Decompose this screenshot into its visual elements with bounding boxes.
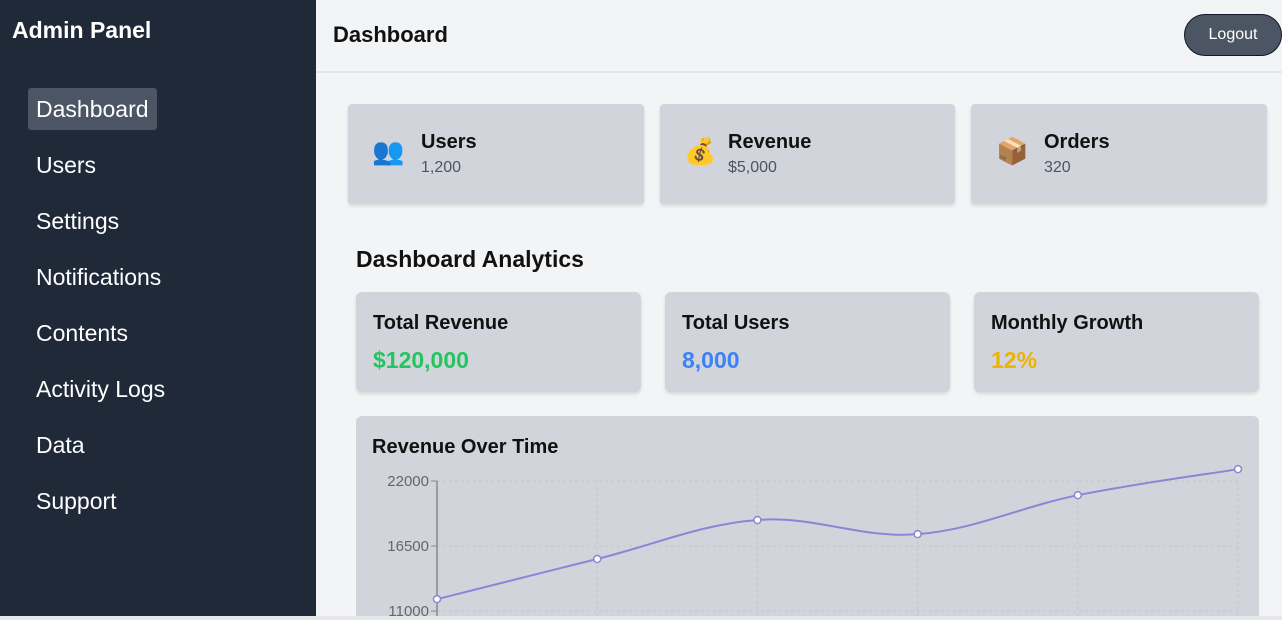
metric-value: 12%	[991, 347, 1038, 373]
sidebar-item-contents[interactable]: Contents	[28, 312, 136, 354]
stat-title: Users	[421, 131, 477, 153]
sidebar-item-support[interactable]: Support	[28, 480, 125, 522]
stat-card-users: 👥 Users 1,200	[348, 104, 644, 204]
y-tick-label: 11000	[388, 603, 429, 616]
y-tick-label: 16500	[387, 538, 429, 555]
series-line	[436, 468, 1239, 601]
stat-value: $5,000	[728, 159, 777, 176]
data-point	[753, 515, 762, 525]
revenue-chart: 22000 16500 11000	[387, 464, 1243, 616]
brand-title: Admin Panel	[12, 17, 152, 43]
money-bag-icon: 💰	[684, 136, 717, 166]
data-point	[913, 529, 922, 539]
sidebar-item-data[interactable]: Data	[28, 424, 93, 466]
sidebar-item-settings[interactable]: Settings	[28, 200, 127, 242]
sidebar: Admin Panel Dashboard Users Settings Not…	[0, 0, 316, 616]
page-title: Dashboard	[333, 22, 448, 47]
logout-button[interactable]: Logout	[1184, 14, 1282, 56]
sidebar-item-activity-logs[interactable]: Activity Logs	[28, 368, 173, 410]
data-point	[592, 554, 602, 564]
metric-value: $120,000	[373, 347, 469, 373]
package-icon: 📦	[996, 136, 1029, 166]
metric-label: Total Users	[682, 312, 790, 334]
bottom-border	[0, 616, 1282, 620]
metric-label: Monthly Growth	[991, 312, 1144, 334]
metric-card-monthly-growth: Monthly Growth 12%	[974, 292, 1259, 392]
stat-title: Orders	[1044, 131, 1110, 153]
metric-value: 8,000	[682, 347, 740, 373]
sidebar-nav: Dashboard Users Settings Notifications C…	[28, 88, 288, 536]
data-point	[1233, 464, 1243, 474]
sidebar-item-dashboard[interactable]: Dashboard	[28, 88, 157, 130]
metric-label: Total Revenue	[373, 312, 509, 334]
users-icon: 👥	[372, 136, 405, 166]
analytics-title: Dashboard Analytics	[356, 246, 584, 272]
stat-value: 320	[1044, 159, 1071, 176]
data-point	[1073, 490, 1083, 500]
stat-title: Revenue	[728, 131, 812, 153]
stat-value: 1,200	[421, 159, 462, 176]
stat-card-orders: 📦 Orders 320	[971, 104, 1267, 204]
top-bar: Dashboard Logout	[316, 0, 1282, 73]
stat-card-revenue: 💰 Revenue $5,000	[660, 104, 955, 204]
metric-card-total-users: Total Users 8,000	[665, 292, 950, 392]
y-tick-label: 22000	[387, 473, 429, 490]
main-content: Dashboard Logout 👥 Users 1,200 💰 Revenue…	[316, 0, 1282, 616]
sidebar-item-users[interactable]: Users	[28, 144, 104, 186]
chart-card-revenue-over-time: Revenue Over Time 22000 16500 11000	[356, 416, 1259, 616]
sidebar-item-notifications[interactable]: Notifications	[28, 256, 169, 298]
data-point	[432, 594, 442, 604]
metric-card-total-revenue: Total Revenue $120,000	[356, 292, 641, 392]
